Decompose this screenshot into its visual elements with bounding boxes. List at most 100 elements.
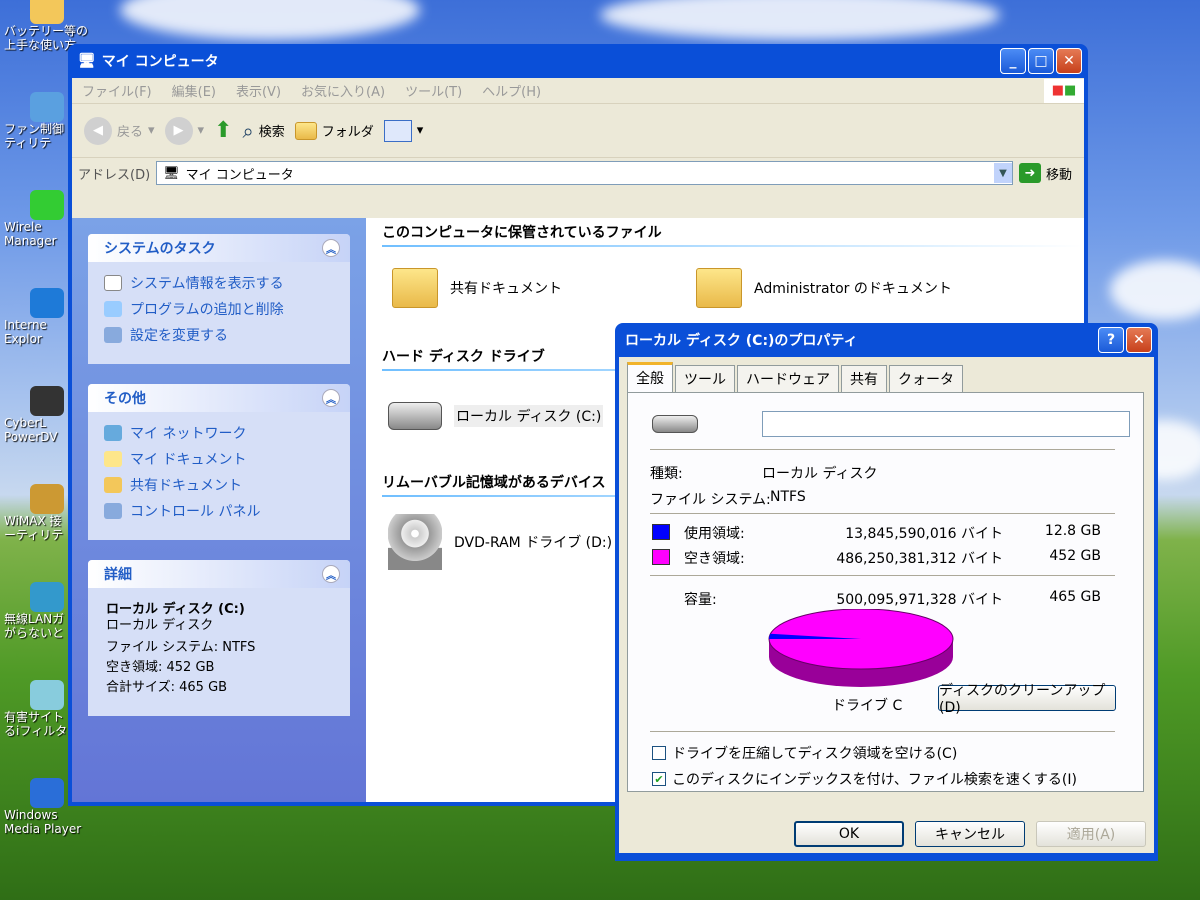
place-shared-documents[interactable]: 共有ドキュメント <box>88 472 350 498</box>
back-arrow-icon: ◀ <box>84 116 112 145</box>
up-folder-icon: ⬆ <box>214 118 233 143</box>
system-info-icon <box>104 275 122 291</box>
dvd-drive-icon <box>388 514 442 570</box>
apply-button[interactable]: 適用(A) <box>1036 821 1146 847</box>
general-page: 種類: ローカル ディスク ファイル システム: NTFS 使用領域: 13,8… <box>627 392 1144 792</box>
menu-bar: ファイル(F) 編集(E) 表示(V) お気に入り(A) ツール(T) ヘルプ(… <box>72 78 1084 104</box>
go-label: 移動 <box>1045 167 1072 183</box>
menu-tools[interactable]: ツール(T) <box>405 81 462 100</box>
collapse-icon[interactable]: ︽ <box>322 239 340 257</box>
panel-header[interactable]: 詳細 ︽ <box>88 560 350 588</box>
menu-view[interactable]: 表示(V) <box>236 81 281 100</box>
menu-favorites[interactable]: お気に入り(A) <box>301 81 385 100</box>
task-change-settings[interactable]: 設定を変更する <box>88 322 350 348</box>
tab-strip: 全般 ツール ハードウェア 共有 クォータ <box>627 362 963 393</box>
desktop-icon-label: Windows <box>4 808 58 822</box>
address-label: アドレス(D) <box>78 167 151 183</box>
disk-usage-pie <box>768 609 954 687</box>
address-input[interactable]: 🖥 マイ コンピュータ ▼ <box>156 161 1013 185</box>
computer-icon: 🖥 <box>163 165 180 181</box>
collapse-icon[interactable]: ︽ <box>322 389 340 407</box>
folder-icon <box>392 268 438 308</box>
tab-hardware[interactable]: ハードウェア <box>737 365 839 393</box>
place-my-documents[interactable]: マイ ドキュメント <box>88 446 350 472</box>
folder-icon <box>294 121 317 140</box>
item-admin-documents[interactable]: Administrator のドキュメント <box>696 268 952 308</box>
index-checkbox-row[interactable]: ✔ このディスクにインデックスを付け、ファイル検索を速くする(I) <box>652 769 1077 789</box>
computer-icon: 🖥 <box>78 53 96 69</box>
forward-button[interactable]: ▶ ▾ <box>164 116 204 145</box>
dialog-title-bar[interactable]: ローカル ディスク (C:)のプロパティ ? ✕ <box>619 323 1154 357</box>
back-button[interactable]: ◀ 戻る ▾ <box>84 116 155 145</box>
network-icon <box>104 425 122 441</box>
item-shared-documents[interactable]: 共有ドキュメント <box>392 268 562 308</box>
panel-header[interactable]: システムのタスク ︽ <box>88 234 350 262</box>
compress-checkbox-row[interactable]: ドライブを圧縮してディスク領域を空ける(C) <box>652 743 957 763</box>
index-label: このディスクにインデックスを付け、ファイル検索を速くする(I) <box>672 772 1077 788</box>
free-space-swatch <box>652 549 670 565</box>
window-title: マイ コンピュータ <box>101 54 219 70</box>
menu-file[interactable]: ファイル(F) <box>82 81 152 100</box>
folder-icon <box>696 268 742 308</box>
details-filesystem: ファイル システム: NTFS <box>106 640 256 655</box>
close-button[interactable]: ✕ <box>1126 327 1152 353</box>
title-bar[interactable]: 🖥 マイ コンピュータ _ □ ✕ <box>72 44 1084 78</box>
properties-dialog: ローカル ディスク (C:)のプロパティ ? ✕ 全般 ツール ハードウェア 共… <box>615 323 1158 861</box>
tab-general[interactable]: 全般 <box>627 362 673 393</box>
filter-icon <box>30 680 64 710</box>
control-panel-icon <box>104 503 122 519</box>
control-panel-icon <box>104 327 122 343</box>
search-button[interactable]: ⌕ 検索 <box>243 119 285 143</box>
panel-title: その他 <box>104 391 146 407</box>
address-bar: アドレス(D) 🖥 マイ コンピュータ ▼ ➜ 移動 <box>72 158 1084 188</box>
maximize-button[interactable]: □ <box>1028 48 1054 74</box>
close-button[interactable]: ✕ <box>1056 48 1082 74</box>
folders-button[interactable]: フォルダ <box>294 121 374 140</box>
index-checkbox[interactable]: ✔ <box>652 772 666 786</box>
toolbar: ◀ 戻る ▾ ▶ ▾ ⬆ ⌕ 検索 フォルダ ▾ <box>72 104 1084 158</box>
forward-arrow-icon: ▶ <box>164 116 193 145</box>
search-icon: ⌕ <box>242 118 254 143</box>
collapse-icon[interactable]: ︽ <box>322 565 340 583</box>
internet-explorer-icon <box>30 288 64 318</box>
desktop-icon-label: バッテリー等の <box>4 24 89 38</box>
cancel-button[interactable]: キャンセル <box>915 821 1025 847</box>
tab-tools[interactable]: ツール <box>675 365 735 393</box>
details-name: ローカル ディスク (C:) <box>106 602 245 617</box>
panel-header[interactable]: その他 ︽ <box>88 384 350 412</box>
filesystem-value: NTFS <box>770 489 806 505</box>
tab-quota[interactable]: クォータ <box>889 365 963 393</box>
compress-checkbox[interactable] <box>652 746 666 760</box>
item-dvd-drive[interactable]: DVD-RAM ドライブ (D:) <box>388 514 612 570</box>
views-button[interactable]: ▾ <box>383 119 423 142</box>
go-button[interactable]: ➜ 移動 <box>1018 163 1078 183</box>
wimax-icon <box>30 484 64 514</box>
task-system-info[interactable]: システム情報を表示する <box>88 270 350 296</box>
drive-label: ドライブ C <box>832 698 903 714</box>
chevron-down-icon[interactable]: ▼ <box>993 163 1012 183</box>
battery-icon <box>30 0 64 24</box>
task-add-remove-programs[interactable]: プログラムの追加と削除 <box>88 296 350 322</box>
wireless-lan-icon <box>30 582 64 612</box>
menu-help[interactable]: ヘルプ(H) <box>482 81 541 100</box>
folder-icon <box>104 477 122 493</box>
hard-disk-icon <box>388 402 442 430</box>
volume-label-input[interactable] <box>762 411 1130 437</box>
search-label: 検索 <box>258 125 285 140</box>
place-label: マイ ドキュメント <box>130 452 247 468</box>
tab-sharing[interactable]: 共有 <box>841 365 887 393</box>
item-local-disk-c[interactable]: ローカル ディスク (C:) <box>388 402 604 430</box>
task-label: 設定を変更する <box>130 328 228 344</box>
place-control-panel[interactable]: コントロール パネル <box>88 498 350 524</box>
place-my-network[interactable]: マイ ネットワーク <box>88 420 350 446</box>
other-places-panel: その他 ︽ マイ ネットワーク マイ ドキュメント 共有ドキュメント コントロール… <box>88 384 350 540</box>
help-button[interactable]: ? <box>1098 327 1124 353</box>
item-label: Administrator のドキュメント <box>754 281 952 297</box>
ok-button[interactable]: OK <box>794 821 904 847</box>
disk-cleanup-button[interactable]: ディスクのクリーンアップ(D) <box>938 683 1116 716</box>
item-label: ローカル ディスク (C:) <box>454 405 604 427</box>
minimize-button[interactable]: _ <box>1000 48 1026 74</box>
menu-edit[interactable]: 編集(E) <box>172 81 216 100</box>
compress-label: ドライブを圧縮してディスク領域を空ける(C) <box>672 746 958 762</box>
up-button[interactable]: ⬆ <box>214 118 232 143</box>
